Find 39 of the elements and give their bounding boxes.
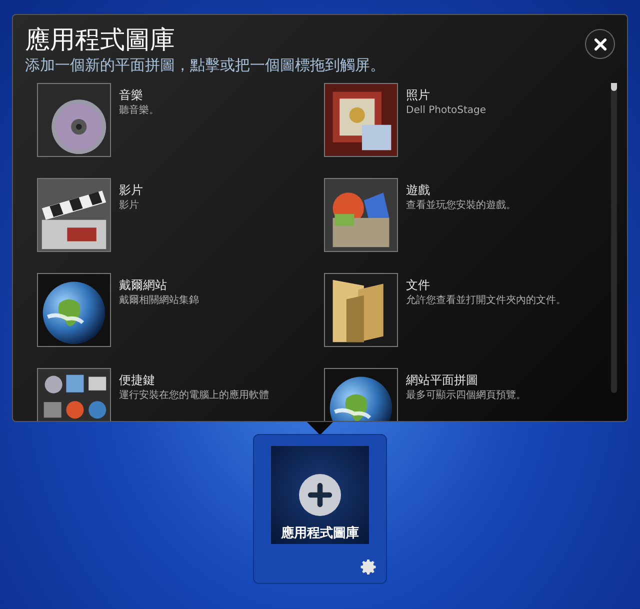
scrollbar-track[interactable]: [611, 83, 617, 393]
photo-frame-icon: [325, 84, 397, 156]
app-tile-item[interactable]: 戴爾網站 戴爾相關網站集錦: [37, 273, 324, 347]
game-box-icon: [325, 179, 397, 251]
app-title: 文件: [406, 277, 431, 294]
app-title: 便捷鍵: [119, 372, 156, 389]
close-icon: [594, 38, 606, 50]
gallery-title: 應用程式圖庫: [25, 25, 176, 55]
app-title: 網站平面拼圖: [406, 372, 479, 389]
gallery-subtitle: 添加一個新的平面拼圖，點擊或把一個圖標拖到觸屏。: [25, 55, 385, 75]
clapperboard-icon: [38, 179, 110, 251]
app-description: 戴爾相關網站集錦: [119, 294, 200, 308]
app-title: 音樂: [119, 87, 144, 104]
app-description: 最多可顯示四個網頁預覽。: [406, 389, 527, 403]
settings-icon[interactable]: [360, 558, 378, 576]
app-description: Dell PhotoStage: [406, 104, 488, 118]
cd-icon: [38, 84, 110, 156]
app-title: 影片: [119, 182, 144, 199]
tile-label: 應用程式圖庫: [281, 526, 359, 542]
app-description: 運行安裝在您的電腦上的應用軟體: [119, 389, 270, 403]
app-description: 允許您查看並打開文件夾內的文件。: [406, 294, 567, 308]
app-title: 遊戲: [406, 182, 431, 199]
globe-icon: [38, 274, 110, 346]
pointer-arrow: [307, 422, 333, 435]
app-description: 影片: [119, 199, 140, 213]
app-title: 照片: [406, 87, 431, 104]
app-gallery-tile[interactable]: 應用程式圖庫: [253, 434, 387, 584]
app-title: 戴爾網站: [119, 277, 168, 294]
plus-icon: [299, 474, 341, 516]
app-tile-item[interactable]: 文件 允許您查看並打開文件夾內的文件。: [324, 273, 611, 347]
app-tile-item[interactable]: 音樂 聽音樂。: [37, 83, 324, 157]
app-grid-icon: [38, 369, 110, 421]
app-description: 聽音樂。: [119, 104, 160, 118]
app-description: 查看並玩您安裝的遊戲。: [406, 199, 517, 213]
app-tile-item[interactable]: 照片 Dell PhotoStage: [324, 83, 611, 157]
app-tile-item[interactable]: 便捷鍵 運行安裝在您的電腦上的應用軟體: [37, 368, 324, 421]
app-tile-item[interactable]: 遊戲 查看並玩您安裝的遊戲。: [324, 178, 611, 252]
app-tile-item[interactable]: 影片 影片: [37, 178, 324, 252]
close-button[interactable]: [585, 29, 615, 59]
